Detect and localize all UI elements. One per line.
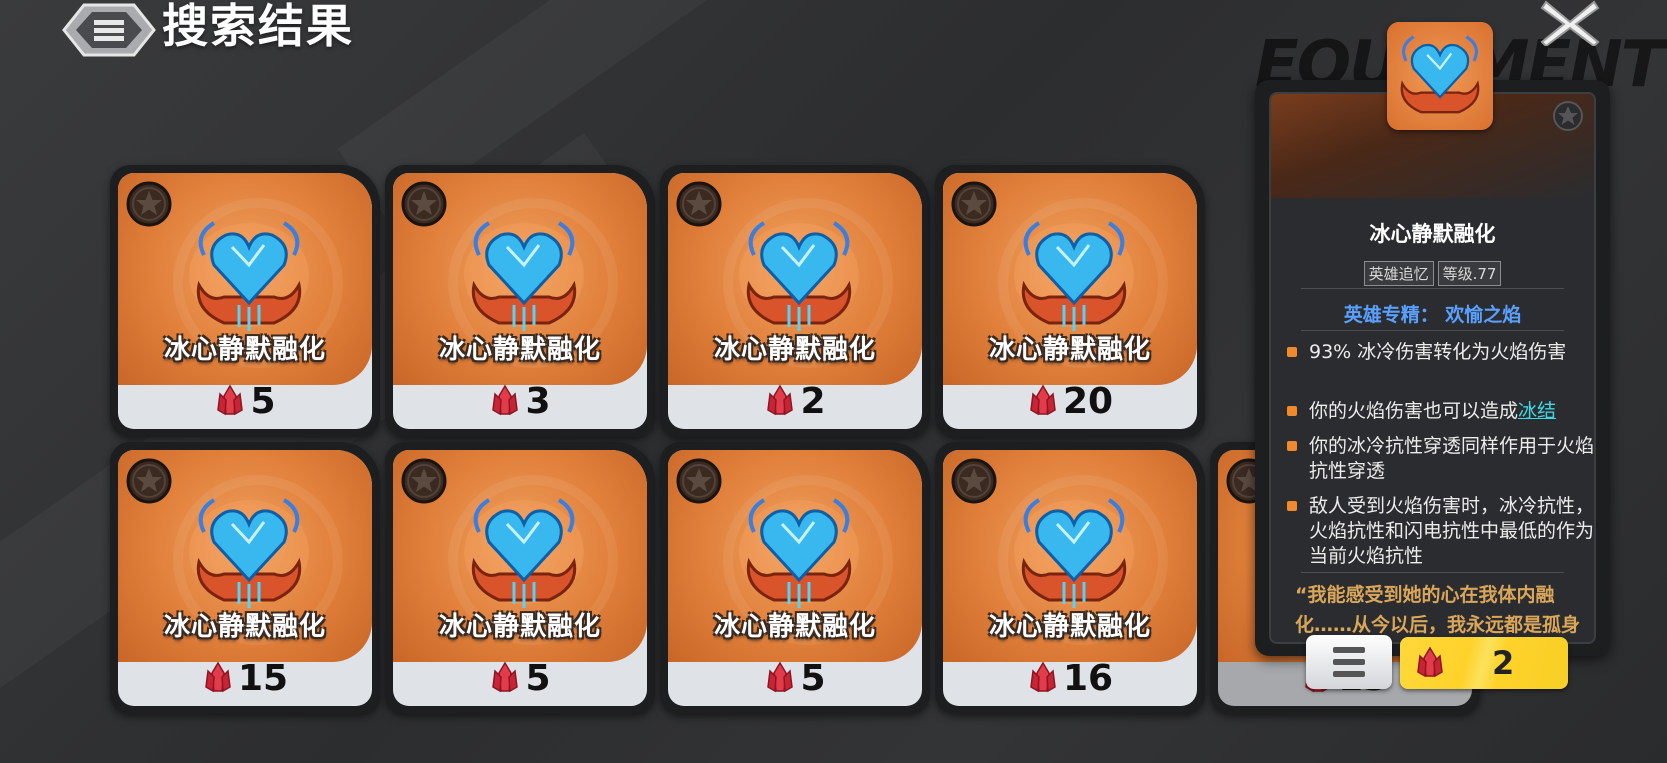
buy-button[interactable]: 2 (1400, 637, 1568, 689)
bullet-icon (1287, 441, 1297, 451)
red-crystal-icon (205, 661, 231, 693)
star-icon[interactable] (951, 458, 997, 504)
hero-specialization: 英雄专精： 欢愉之焰 (1343, 304, 1522, 326)
price-value: 16 (1062, 657, 1114, 699)
frozen-heart-icon (464, 498, 584, 608)
item-name: 冰心静默融化 (713, 612, 876, 642)
tooltip-tags: 英雄追忆 等级.77 (1271, 261, 1594, 286)
item-card[interactable]: 冰心静默融化 15 (110, 442, 380, 714)
item-name: 冰心静默融化 (438, 612, 601, 642)
tooltip-item-name: 冰心静默融化 (1369, 222, 1496, 246)
header: 搜索结果 (62, 0, 354, 60)
divider (1301, 288, 1564, 289)
red-crystal-icon (217, 384, 244, 416)
item-price: 2 (668, 380, 922, 422)
list-icon (1333, 647, 1365, 677)
bullet-icon (1287, 406, 1297, 416)
divider (1301, 572, 1564, 573)
item-card[interactable]: 冰心静默融化 16 (935, 442, 1205, 714)
red-crystal-icon (767, 661, 794, 693)
red-crystal-icon (1030, 661, 1056, 693)
frozen-heart-icon (464, 221, 584, 331)
bullet-icon (1287, 347, 1297, 357)
item-price: 5 (393, 657, 647, 699)
star-icon[interactable] (676, 458, 722, 504)
price-value: 5 (250, 380, 276, 422)
bullet-icon (1287, 501, 1297, 511)
item-card[interactable]: 冰心静默融化 20 (935, 165, 1205, 437)
frozen-heart-icon (189, 221, 309, 331)
tag-level: 等级.77 (1437, 261, 1502, 286)
price-value: 20 (1062, 380, 1114, 422)
item-price: 3 (393, 380, 647, 422)
item-price: 15 (118, 657, 372, 699)
item-name: 冰心静默融化 (713, 335, 876, 365)
item-card[interactable]: 冰心静默融化 5 (660, 442, 930, 714)
price-value: 5 (800, 657, 826, 699)
item-card[interactable]: 冰心静默融化 3 (385, 165, 655, 437)
buy-price: 2 (1492, 644, 1515, 682)
star-icon[interactable] (126, 458, 172, 504)
affix-4: 敌人受到火焰伤害时，冰冷抗性，火焰抗性和闪电抗性中最低的作为当前火焰抗性 (1287, 494, 1594, 569)
tooltip-item-icon (1387, 22, 1493, 130)
frozen-heart-icon (1014, 498, 1134, 608)
star-icon[interactable] (1552, 100, 1584, 132)
price-value: 15 (237, 657, 289, 699)
affix-3: 你的冰冷抗性穿透同样作用于火焰抗性穿透 (1287, 434, 1594, 484)
red-crystal-icon (492, 661, 519, 693)
frozen-heart-icon (739, 221, 859, 331)
red-crystal-icon (767, 384, 794, 416)
item-price: 5 (118, 380, 372, 422)
price-value: 5 (525, 657, 551, 699)
item-price: 5 (668, 657, 922, 699)
affix-1: 93% 冰冷伤害转化为火焰伤害 (1287, 340, 1594, 365)
item-card[interactable]: 冰心静默融化 5 (110, 165, 380, 437)
tag-type: 英雄追忆 (1363, 261, 1434, 286)
item-card[interactable]: 冰心静默融化 2 (660, 165, 930, 437)
divider (1301, 330, 1564, 331)
item-name: 冰心静默融化 (163, 612, 326, 642)
keyword-link-freeze[interactable]: 冰结 (1518, 400, 1556, 422)
star-icon[interactable] (676, 181, 722, 227)
item-price: 20 (943, 380, 1197, 422)
item-card[interactable]: 冰心静默融化 5 (385, 442, 655, 714)
star-icon[interactable] (951, 181, 997, 227)
item-price: 16 (943, 657, 1197, 699)
star-icon[interactable] (401, 458, 447, 504)
frozen-heart-icon (1014, 221, 1134, 331)
red-crystal-icon (1030, 384, 1056, 416)
item-name: 冰心静默融化 (438, 335, 601, 365)
red-crystal-icon (1417, 646, 1443, 678)
sort-list-button[interactable] (1306, 635, 1392, 689)
red-crystal-icon (492, 384, 519, 416)
item-name: 冰心静默融化 (163, 335, 326, 365)
menu-hexagon-icon[interactable] (62, 0, 156, 60)
star-icon[interactable] (401, 181, 447, 227)
price-value: 3 (525, 380, 551, 422)
page-title: 搜索结果 (162, 0, 354, 53)
frozen-heart-icon (1400, 35, 1480, 114)
close-icon[interactable] (1540, 0, 1600, 46)
item-name: 冰心静默融化 (988, 335, 1151, 365)
frozen-heart-icon (739, 498, 859, 608)
item-name: 冰心静默融化 (988, 612, 1151, 642)
frozen-heart-icon (189, 498, 309, 608)
star-icon[interactable] (126, 181, 172, 227)
affix-2: 你的火焰伤害也可以造成冰结 (1287, 399, 1594, 424)
price-value: 2 (800, 380, 826, 422)
item-tooltip: 冰心静默融化 英雄追忆 等级.77 英雄专精： 欢愉之焰 93% 冰冷伤害转化为… (1255, 80, 1610, 656)
